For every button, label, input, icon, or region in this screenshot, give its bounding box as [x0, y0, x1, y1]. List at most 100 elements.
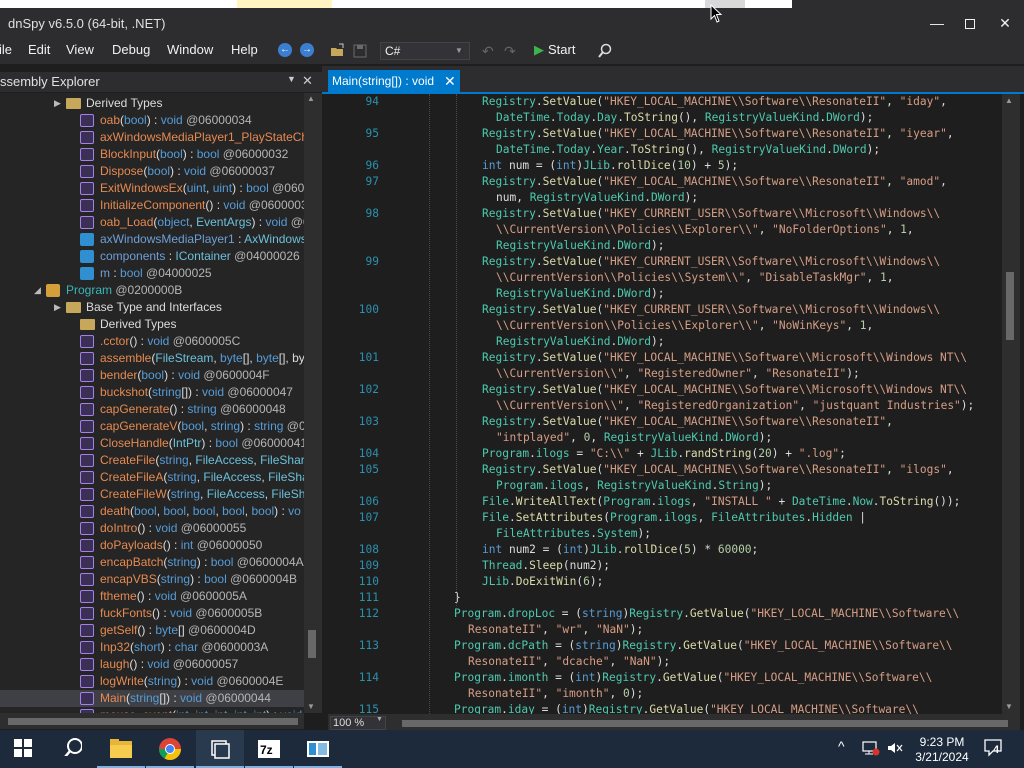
tree-node[interactable]: assemble(FileStream, byte[], byte[], by: [0, 350, 304, 367]
close-window-button[interactable]: ✕: [988, 10, 1022, 36]
tree-node[interactable]: CloseHandle(IntPtr) : bool @06000041: [0, 435, 304, 452]
taskbar-task-view[interactable]: [196, 730, 244, 768]
network-icon[interactable]: [862, 740, 880, 756]
navigate-forward-button[interactable]: →: [300, 43, 316, 59]
code-line[interactable]: int num2 = (int)JLib.rollDice(5) * 60000…: [482, 543, 758, 556]
code-line[interactable]: JLib.DoExitWin(6);: [482, 575, 603, 588]
scroll-down-icon[interactable]: ▼: [1005, 702, 1013, 711]
code-line[interactable]: Registry.SetValue("HKEY_CURRENT_USER\\So…: [482, 303, 940, 316]
redo-button[interactable]: ↷: [504, 43, 520, 59]
tree-node[interactable]: capGenerateV(bool, string) : string @0: [0, 418, 304, 435]
code-line[interactable]: RegistryValueKind.DWord);: [496, 239, 664, 252]
code-line[interactable]: }: [454, 591, 461, 604]
tree-node[interactable]: encapBatch(string) : bool @0600004A: [0, 554, 304, 571]
system-clock[interactable]: 9:23 PM 3/21/2024: [906, 735, 978, 765]
code-line[interactable]: FileAttributes.System);: [496, 527, 651, 540]
search-button[interactable]: [597, 43, 613, 59]
code-line[interactable]: \\CurrentVersion\\Policies\\System\\", "…: [496, 271, 893, 284]
tree-node[interactable]: ftheme() : void @0600005A: [0, 588, 304, 605]
expand-arrow-icon[interactable]: ▶: [54, 95, 64, 112]
undo-button[interactable]: ↶: [482, 43, 498, 59]
tree-node[interactable]: m : bool @04000025: [0, 265, 304, 282]
code-line[interactable]: File.WriteAllText(Program.ilogs, "INSTAL…: [482, 495, 960, 508]
editor-scroll-thumb[interactable]: [1006, 272, 1014, 340]
start-debugging-button[interactable]: ▶ Start: [534, 42, 575, 60]
code-line[interactable]: File.SetAttributes(Program.ilogs, FileAt…: [482, 511, 866, 524]
code-line[interactable]: Program.ilogs = "C:\\" + JLib.randString…: [482, 447, 846, 460]
menu-help[interactable]: Help: [231, 42, 258, 57]
close-tab-icon[interactable]: ✕: [444, 70, 456, 92]
tree-node[interactable]: Main(string[]) : void @06000044: [0, 690, 304, 707]
code-line[interactable]: \\CurrentVersion\\", "RegisteredOrganiza…: [496, 399, 974, 412]
code-line[interactable]: Program.imonth = (int)Registry.GetValue(…: [454, 671, 932, 684]
tree-node[interactable]: CreateFileW(string, FileAccess, FileSha: [0, 486, 304, 503]
menu-view[interactable]: View: [66, 42, 94, 57]
code-editor[interactable]: 94 Registry.SetValue("HKEY_LOCAL_MACHINE\…: [328, 94, 1002, 714]
code-line[interactable]: Program.dcPath = (string)Registry.GetVal…: [454, 639, 953, 652]
code-line[interactable]: \\CurrentVersion\\", "RegisteredOwner", …: [496, 367, 860, 380]
pane-options-icon[interactable]: ▼: [287, 74, 296, 84]
tree-node[interactable]: doIntro() : void @06000055: [0, 520, 304, 537]
open-button[interactable]: [330, 43, 346, 59]
tree-node[interactable]: .cctor() : void @0600005C: [0, 333, 304, 350]
code-line[interactable]: DateTime.Today.Day.ToString(), RegistryV…: [496, 111, 873, 124]
tree-node[interactable]: ◢ Program @0200000B: [0, 282, 304, 299]
tab-main-method[interactable]: Main(string[]) : void ✕: [328, 70, 460, 92]
menu-window[interactable]: Window: [167, 42, 213, 57]
tree-node[interactable]: InitializeComponent() : void @0600003: [0, 197, 304, 214]
expand-arrow-icon[interactable]: ▶: [54, 299, 64, 316]
code-line[interactable]: Registry.SetValue("HKEY_LOCAL_MACHINE\\S…: [482, 127, 954, 140]
tree-hscroll-thumb[interactable]: [8, 718, 298, 725]
minimize-button[interactable]: —: [920, 10, 954, 36]
tree-node[interactable]: capGenerate() : string @06000048: [0, 401, 304, 418]
tree-node[interactable]: getSelf() : byte[] @0600004D: [0, 622, 304, 639]
tree-node[interactable]: encapVBS(string) : bool @0600004B: [0, 571, 304, 588]
tree-node[interactable]: ExitWindowsEx(uint, uint) : bool @060: [0, 180, 304, 197]
scroll-down-icon[interactable]: ▼: [307, 702, 315, 711]
code-line[interactable]: Registry.SetValue("HKEY_LOCAL_MACHINE\\S…: [482, 463, 954, 476]
menu-debug[interactable]: Debug: [112, 42, 150, 57]
save-button[interactable]: [352, 43, 368, 59]
code-line[interactable]: num, RegistryValueKind.DWord);: [496, 191, 698, 204]
tree-node[interactable]: oab_Load(object, EventArgs) : void @0: [0, 214, 304, 231]
tree-node[interactable]: logWrite(string) : void @0600004E: [0, 673, 304, 690]
code-line[interactable]: Registry.SetValue("HKEY_CURRENT_USER\\So…: [482, 207, 940, 220]
chevron-down-icon[interactable]: ▼: [376, 716, 383, 723]
tree-node[interactable]: death(bool, bool, bool, bool, bool) : vo: [0, 503, 304, 520]
menu-file[interactable]: ile: [0, 42, 12, 57]
tree-node[interactable]: ▶ Base Type and Interfaces: [0, 299, 304, 316]
editor-hscroll-thumb[interactable]: [402, 720, 1008, 727]
tree-node[interactable]: ▶ Derived Types: [0, 95, 304, 112]
tree-vertical-scrollbar[interactable]: [304, 93, 322, 713]
tree-node[interactable]: bender(bool) : void @0600004F: [0, 367, 304, 384]
code-line[interactable]: Registry.SetValue("HKEY_LOCAL_MACHINE\\S…: [482, 351, 967, 364]
scroll-up-icon[interactable]: ▲: [1005, 96, 1013, 105]
code-line[interactable]: \\CurrentVersion\\Policies\\Explorer\\",…: [496, 319, 873, 332]
tree-node[interactable]: oab(bool) : void @06000034: [0, 112, 304, 129]
tree-node[interactable]: laugh() : void @06000057: [0, 656, 304, 673]
close-pane-icon[interactable]: ✕: [302, 73, 313, 89]
tree-node[interactable]: axWindowsMediaPlayer1_PlayStateCh: [0, 129, 304, 146]
code-line[interactable]: ResonateII", "wr", "NaN");: [468, 623, 643, 636]
navigate-back-button[interactable]: ←: [278, 43, 294, 59]
code-line[interactable]: RegistryValueKind.DWord);: [496, 287, 664, 300]
code-line[interactable]: Registry.SetValue("HKEY_LOCAL_MACHINE\\S…: [482, 415, 893, 428]
scroll-up-icon[interactable]: ▲: [307, 94, 315, 103]
code-line[interactable]: ResonateII", "imonth", 0);: [468, 687, 643, 700]
code-line[interactable]: Program.ilogs, RegistryValueKind.String)…: [496, 479, 772, 492]
tree-node[interactable]: buckshot(string[]) : void @06000047: [0, 384, 304, 401]
tree-node[interactable]: CreateFileA(string, FileAccess, FileShar: [0, 469, 304, 486]
tree-node[interactable]: components : IContainer @04000026: [0, 248, 304, 265]
code-line[interactable]: Registry.SetValue("HKEY_CURRENT_USER\\So…: [482, 255, 940, 268]
code-line[interactable]: Program.iday = (int)Registry.GetValue("H…: [454, 703, 919, 714]
taskbar-dnspy[interactable]: [294, 730, 342, 768]
tree-scroll-thumb[interactable]: [308, 630, 316, 658]
code-line[interactable]: RegistryValueKind.DWord);: [496, 335, 664, 348]
taskbar-file-explorer[interactable]: [97, 730, 145, 768]
code-line[interactable]: "intplayed", 0, RegistryValueKind.DWord)…: [496, 431, 772, 444]
taskbar-chrome[interactable]: [146, 730, 194, 768]
tree-node[interactable]: Derived Types: [0, 316, 304, 333]
code-line[interactable]: Program.dropLoc = (string)Registry.GetVa…: [454, 607, 959, 620]
tree-node[interactable]: Dispose(bool) : void @06000037: [0, 163, 304, 180]
taskbar-search-button[interactable]: [48, 730, 96, 768]
